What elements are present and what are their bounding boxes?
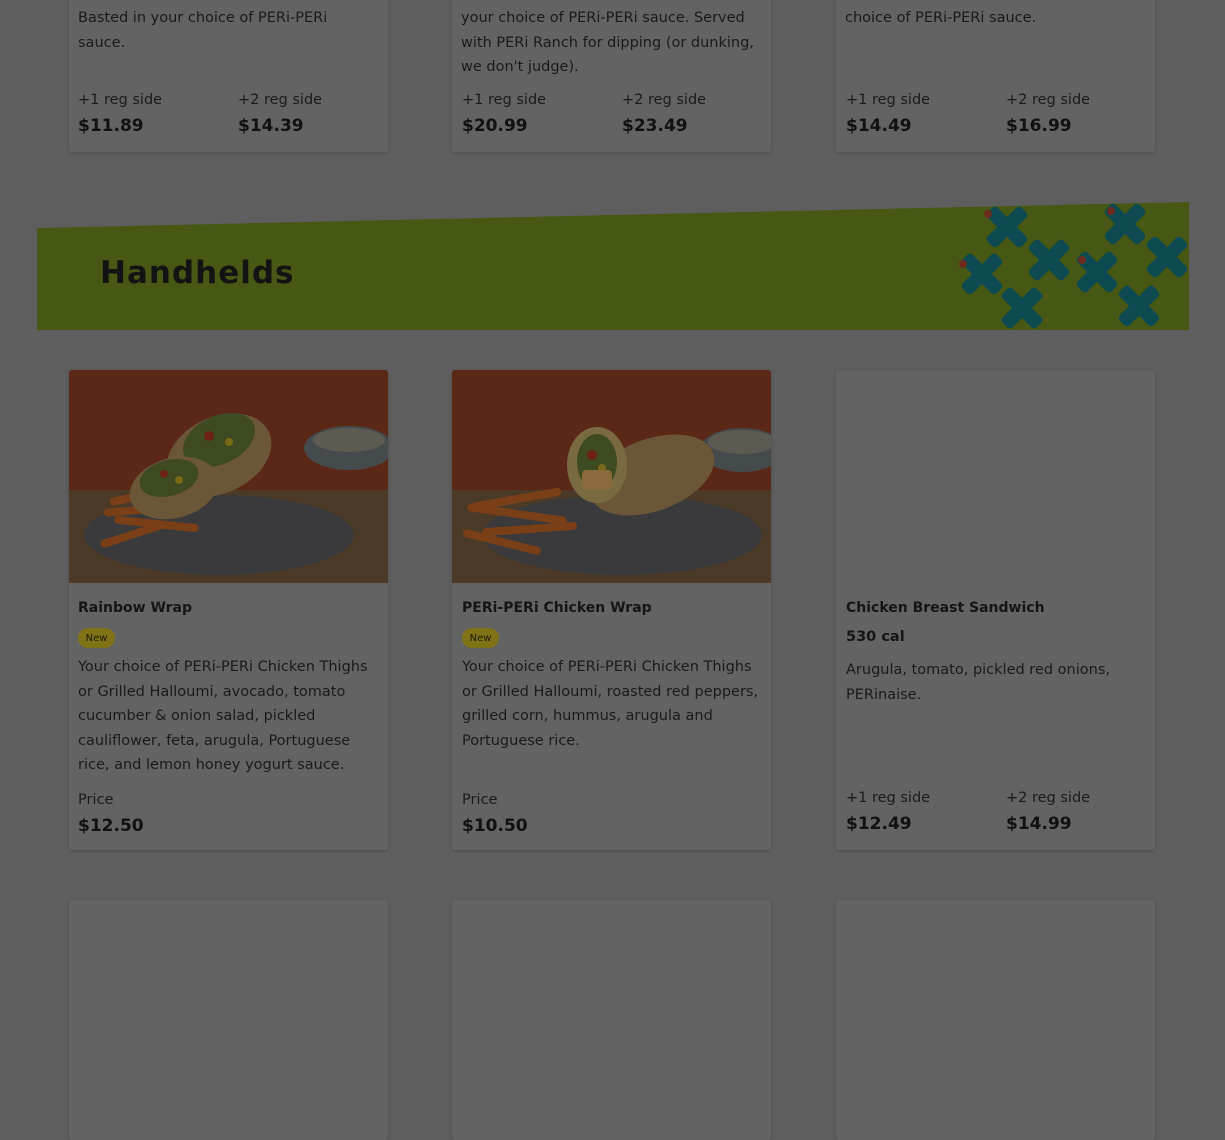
item-description: Arugula, tomato, pickled red onions, PER… <box>846 662 1110 703</box>
option-label: +2 reg side <box>238 92 323 108</box>
menu-card[interactable]: Basted in your choice of PERi-PERi sauce… <box>69 0 388 152</box>
menu-card[interactable]: your choice of PERi-PERi sauce. Served w… <box>452 0 771 152</box>
menu-card-peri-peri-chicken-wrap[interactable]: PERi-PERi Chicken Wrap New Your choice o… <box>452 370 771 850</box>
option-price: $14.39 <box>238 116 304 136</box>
item-name: Chicken Breast Sandwich <box>846 600 1045 616</box>
option-label: +2 reg side <box>1006 92 1091 108</box>
item-description: Your choice of PERi-PERi Chicken Thighs … <box>78 659 368 773</box>
option-price: $11.89 <box>78 116 144 136</box>
section-title: Handhelds <box>100 255 295 291</box>
menu-card[interactable]: choice of PERi-PERi sauce. +1 reg side $… <box>836 0 1155 152</box>
item-description: Your choice of PERi-PERi Chicken Thighs … <box>462 659 759 749</box>
item-photo <box>452 370 771 583</box>
menu-card-rainbow-wrap[interactable]: Rainbow Wrap New Your choice of PERi-PER… <box>69 370 388 850</box>
item-price: $10.50 <box>462 816 528 836</box>
item-name: Rainbow Wrap <box>78 600 193 616</box>
item-description: Basted in your choice of PERi-PERi sauce… <box>78 10 328 51</box>
menu-card-placeholder[interactable] <box>836 900 1155 1140</box>
option-label: +1 reg side <box>846 790 931 806</box>
option-price: $12.49 <box>846 814 912 834</box>
price-label: Price <box>78 792 114 808</box>
price-label: Price <box>462 792 498 808</box>
option-price: $14.49 <box>846 116 912 136</box>
item-description: your choice of PERi-PERi sauce. Served w… <box>461 10 754 75</box>
menu-card-chicken-breast-sandwich[interactable]: Chicken Breast Sandwich 530 cal Arugula,… <box>836 370 1155 850</box>
new-badge: New <box>462 628 499 648</box>
option-label: +2 reg side <box>1006 790 1091 806</box>
item-description: choice of PERi-PERi sauce. <box>845 10 1037 26</box>
menu-card-placeholder[interactable] <box>452 900 771 1140</box>
option-price: $14.99 <box>1006 814 1072 834</box>
item-price: $12.50 <box>78 816 144 836</box>
option-price: $23.49 <box>622 116 688 136</box>
option-price: $20.99 <box>462 116 528 136</box>
item-photo <box>69 370 388 583</box>
option-label: +1 reg side <box>78 92 163 108</box>
new-badge: New <box>78 628 115 648</box>
item-calories: 530 cal <box>846 629 905 645</box>
option-label: +1 reg side <box>462 92 547 108</box>
option-price: $16.99 <box>1006 116 1072 136</box>
option-label: +2 reg side <box>622 92 707 108</box>
item-name: PERi-PERi Chicken Wrap <box>462 600 652 616</box>
option-label: +1 reg side <box>846 92 931 108</box>
menu-card-placeholder[interactable] <box>69 900 388 1140</box>
